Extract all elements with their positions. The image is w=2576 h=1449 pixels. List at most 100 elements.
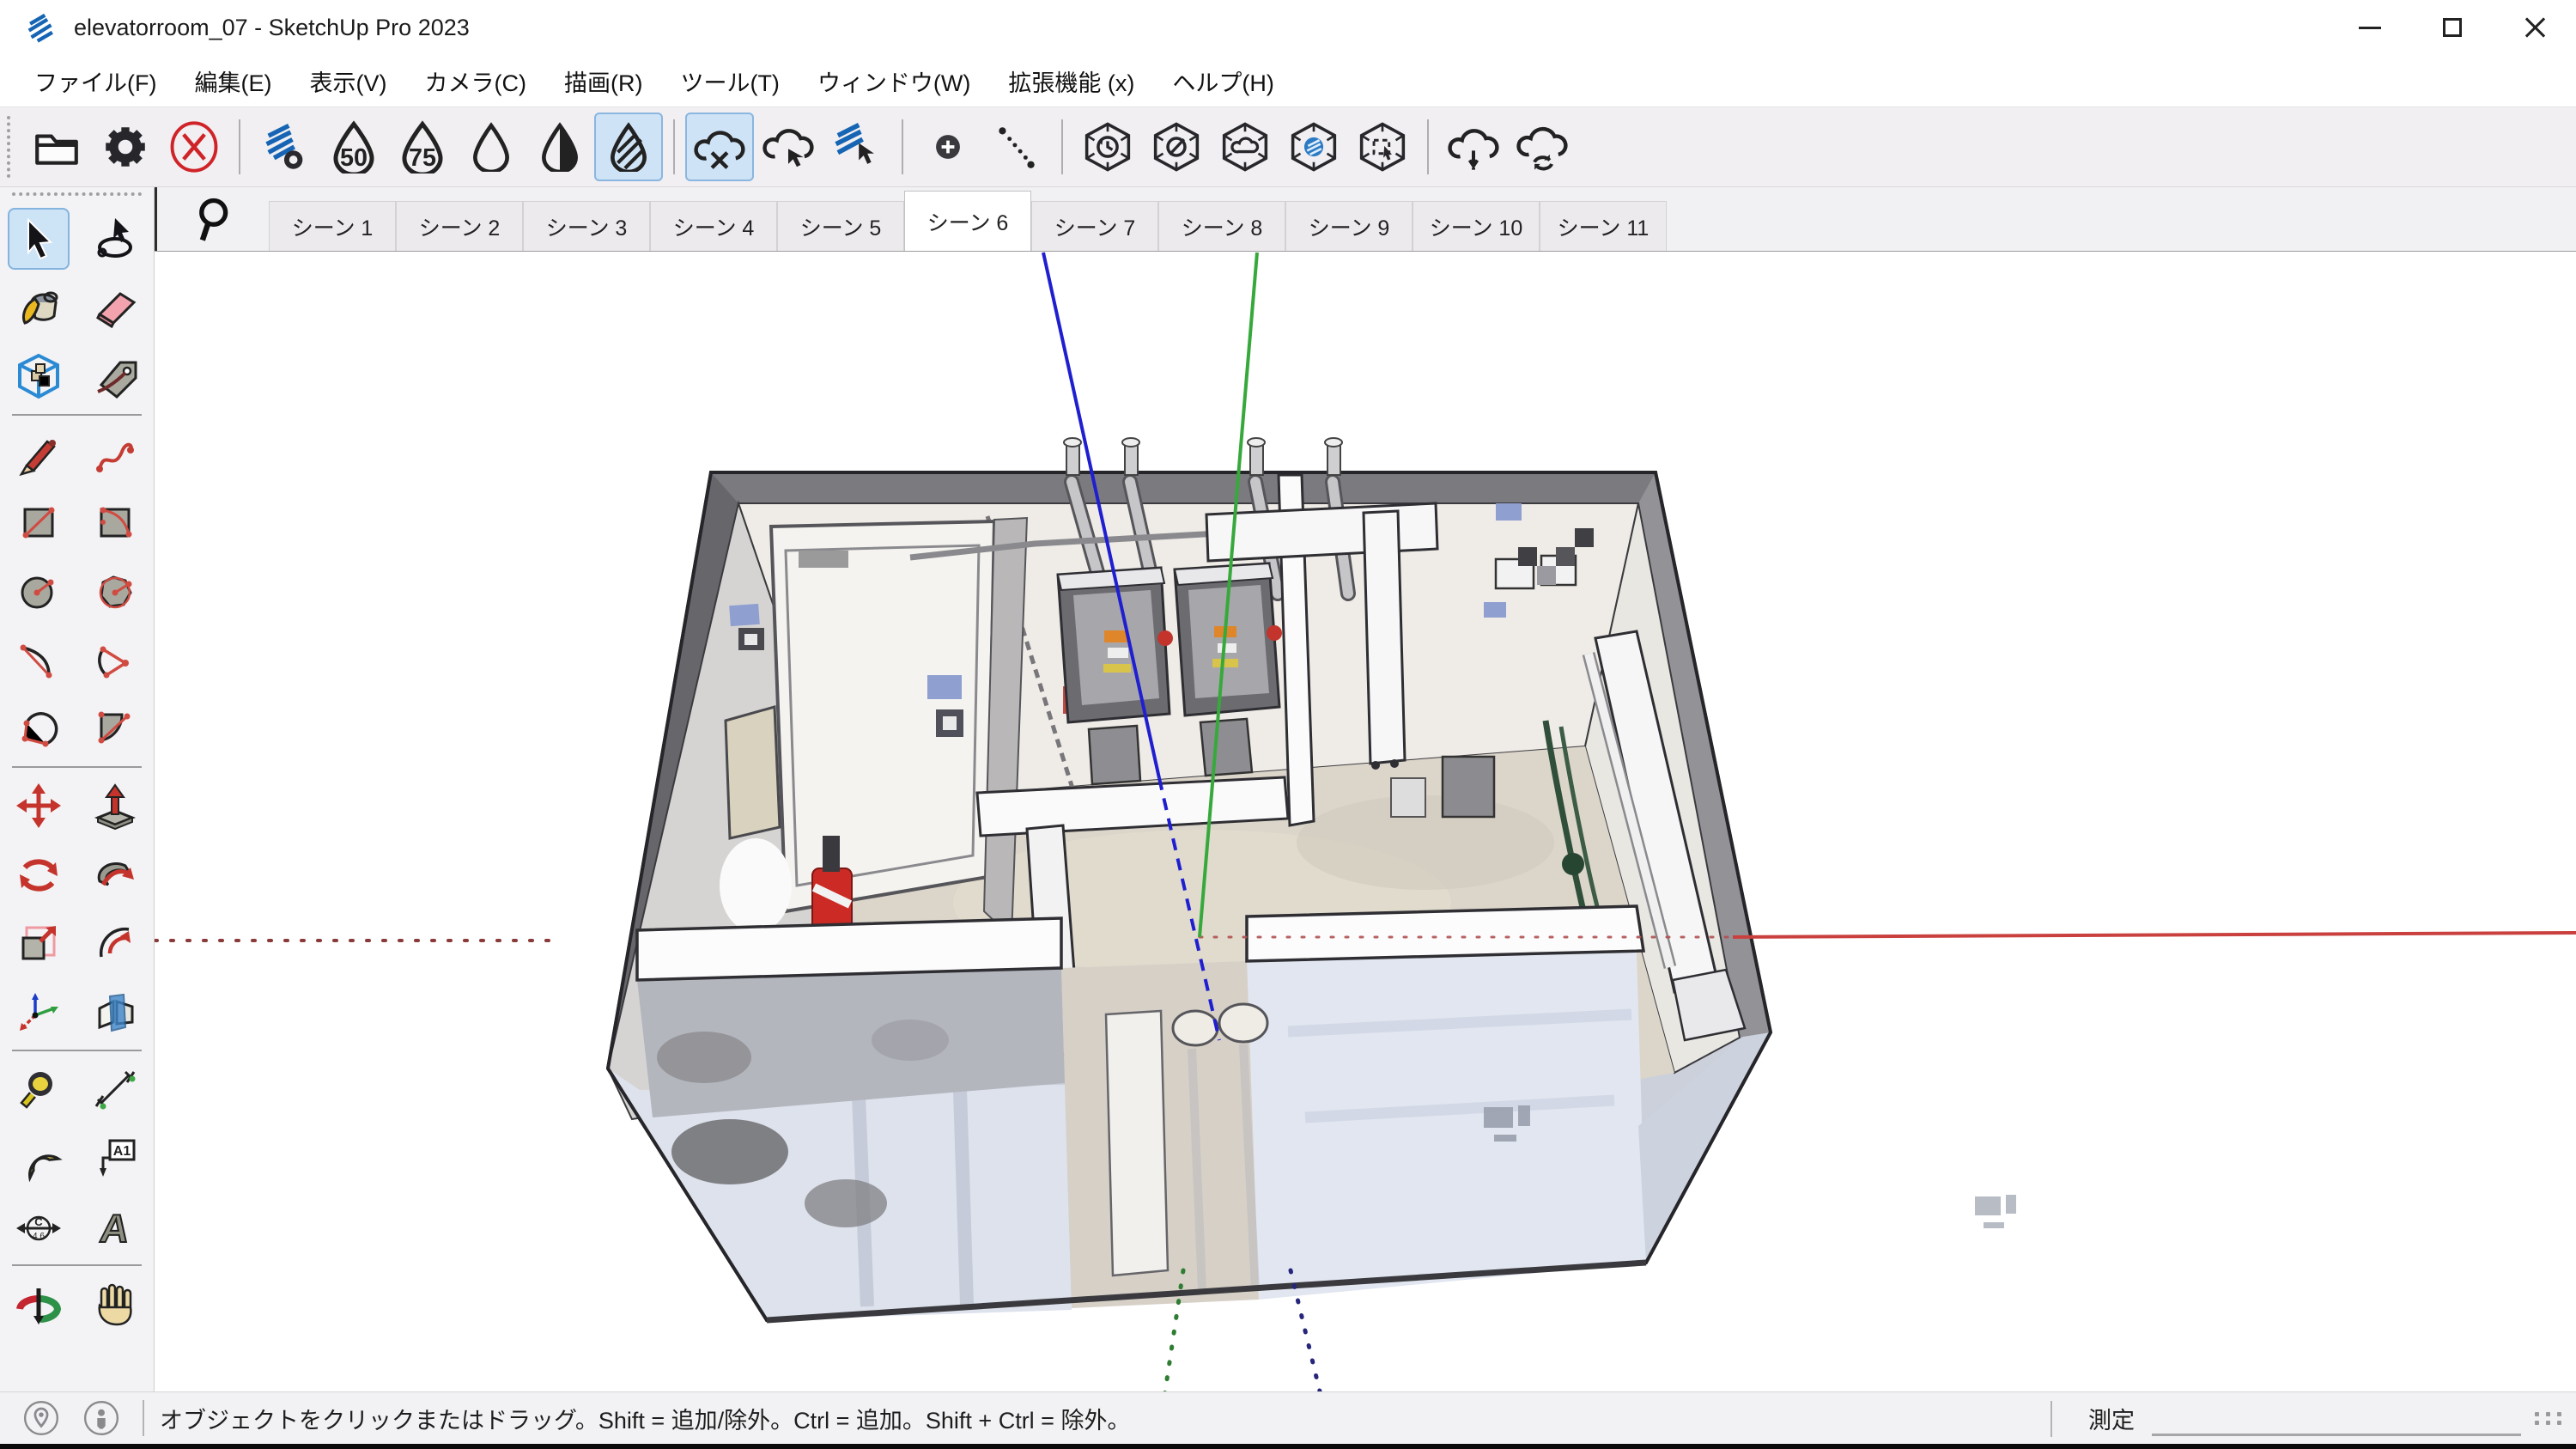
- scene-tab-5[interactable]: シーン 5: [777, 201, 904, 251]
- maximize-icon: [2443, 18, 2462, 37]
- person-icon[interactable]: [82, 1399, 120, 1437]
- model-viewport[interactable]: [155, 251, 2576, 1391]
- scene-tab-10[interactable]: シーン 10: [1413, 201, 1540, 251]
- box-model-button[interactable]: [1279, 113, 1348, 181]
- density-hatched-button[interactable]: [594, 113, 663, 181]
- svg-text:A: A: [98, 1206, 132, 1251]
- lasso-select-tool-icon: [91, 215, 139, 263]
- menu-draw[interactable]: 描画(R): [545, 55, 661, 107]
- scene-tab-2[interactable]: シーン 2: [396, 201, 523, 251]
- add-point-button[interactable]: [914, 113, 982, 181]
- menu-file[interactable]: ファイル(F): [15, 55, 175, 107]
- menu-view[interactable]: 表示(V): [290, 55, 405, 107]
- menu-help[interactable]: ヘルプ(H): [1153, 55, 1292, 107]
- palette-drag-handle[interactable]: [12, 192, 142, 203]
- add-point-icon: [926, 125, 970, 169]
- measure-input[interactable]: [2152, 1402, 2521, 1436]
- cloud-pick-button[interactable]: [754, 113, 823, 181]
- scene-tab-11[interactable]: シーン 11: [1540, 201, 1667, 251]
- circle-tool[interactable]: [8, 560, 70, 622]
- resize-grip[interactable]: [2535, 1412, 2564, 1425]
- dimension-tool[interactable]: [84, 1058, 146, 1120]
- polygon-tool[interactable]: [84, 560, 146, 622]
- arc-tool[interactable]: [8, 629, 70, 691]
- select-tool[interactable]: [8, 208, 70, 270]
- freehand-tool[interactable]: [84, 423, 146, 484]
- box-null-button[interactable]: [1142, 113, 1211, 181]
- cancel-button[interactable]: [160, 113, 228, 181]
- section-plane-tool[interactable]: [84, 981, 146, 1043]
- push-pull-tool[interactable]: [84, 775, 146, 837]
- scale-tool[interactable]: [8, 912, 70, 974]
- menu-window[interactable]: ウィンドウ(W): [799, 55, 989, 107]
- axes-circle-tool[interactable]: C 4 6: [8, 1196, 70, 1257]
- scale-tool-icon: [15, 919, 63, 967]
- scene-tab-4[interactable]: シーン 4: [650, 201, 777, 251]
- eraser-tool[interactable]: [84, 277, 146, 338]
- menu-edit[interactable]: 編集(E): [175, 55, 290, 107]
- box-cloud-button[interactable]: [1211, 113, 1279, 181]
- menu-tools[interactable]: ツール(T): [661, 55, 798, 107]
- two-point-arc-tool-icon: [91, 636, 139, 684]
- tape-measure-tool[interactable]: [8, 1058, 70, 1120]
- pan-tool[interactable]: [84, 1273, 146, 1335]
- tag-tool[interactable]: [84, 345, 146, 407]
- scene-tab-6[interactable]: シーン 6: [904, 191, 1031, 251]
- menu-extensions[interactable]: 拡張機能 (x): [989, 55, 1153, 107]
- rotate-tool[interactable]: [8, 843, 70, 905]
- move-tool[interactable]: [8, 775, 70, 837]
- offset-tool[interactable]: [84, 912, 146, 974]
- box-select-button[interactable]: [1348, 113, 1417, 181]
- palette-separator: [12, 1050, 142, 1051]
- box-history-button[interactable]: [1073, 113, 1142, 181]
- measure-line-button[interactable]: [982, 113, 1051, 181]
- axes-tool[interactable]: [8, 981, 70, 1043]
- model-pick-button[interactable]: [823, 113, 891, 181]
- scene-tab-7[interactable]: シーン 7: [1031, 201, 1158, 251]
- statusbar-divider: [2050, 1401, 2052, 1437]
- geolocation-icon[interactable]: [22, 1399, 60, 1437]
- pie-tool[interactable]: [84, 697, 146, 759]
- sketchup-logo-icon: [24, 10, 58, 45]
- cloud-sync-button[interactable]: [1508, 113, 1577, 181]
- paint-bucket-tool[interactable]: [8, 277, 70, 338]
- toolbar-drag-handle[interactable]: [7, 116, 14, 178]
- scene-tab-8[interactable]: シーン 8: [1158, 201, 1285, 251]
- component-tool[interactable]: [8, 345, 70, 407]
- density-half-button[interactable]: [526, 113, 594, 181]
- menu-camera[interactable]: カメラ(C): [405, 55, 544, 107]
- cloud-hide-button[interactable]: [685, 113, 754, 181]
- maximize-button[interactable]: [2411, 0, 2494, 55]
- select-tool-icon: [15, 215, 63, 263]
- line-tool[interactable]: [8, 423, 70, 484]
- two-point-arc-tool[interactable]: [84, 629, 146, 691]
- pan-tool-icon: [91, 1280, 139, 1328]
- three-point-arc-tool-icon: [15, 704, 63, 752]
- scene-tab-1[interactable]: シーン 1: [269, 201, 396, 251]
- threed-text-tool[interactable]: A: [84, 1196, 146, 1257]
- density-50-button[interactable]: 50: [319, 113, 388, 181]
- text-tool[interactable]: A1: [84, 1127, 146, 1189]
- density-full-button[interactable]: [457, 113, 526, 181]
- settings-button[interactable]: [91, 113, 160, 181]
- push-pull-tool-icon: [91, 782, 139, 830]
- rotated-rectangle-tool[interactable]: [84, 491, 146, 553]
- three-point-arc-tool[interactable]: [8, 697, 70, 759]
- open-button[interactable]: [22, 113, 91, 181]
- toolbar-separator: [239, 119, 240, 174]
- pointcloud-manager-button[interactable]: [251, 113, 319, 181]
- magnifier-icon[interactable]: [191, 194, 243, 246]
- box-null-icon: [1150, 120, 1203, 174]
- minimize-icon: [2359, 27, 2381, 29]
- minimize-button[interactable]: [2329, 0, 2411, 55]
- cloud-download-button[interactable]: [1439, 113, 1508, 181]
- close-button[interactable]: [2494, 0, 2576, 55]
- protractor-tool[interactable]: [8, 1127, 70, 1189]
- scene-tab-9[interactable]: シーン 9: [1285, 201, 1413, 251]
- density-75-button[interactable]: 75: [388, 113, 457, 181]
- orbit-tool[interactable]: [8, 1273, 70, 1335]
- rectangle-tool[interactable]: [8, 491, 70, 553]
- lasso-select-tool[interactable]: [84, 208, 146, 270]
- follow-me-tool[interactable]: [84, 843, 146, 905]
- scene-tab-3[interactable]: シーン 3: [523, 201, 650, 251]
